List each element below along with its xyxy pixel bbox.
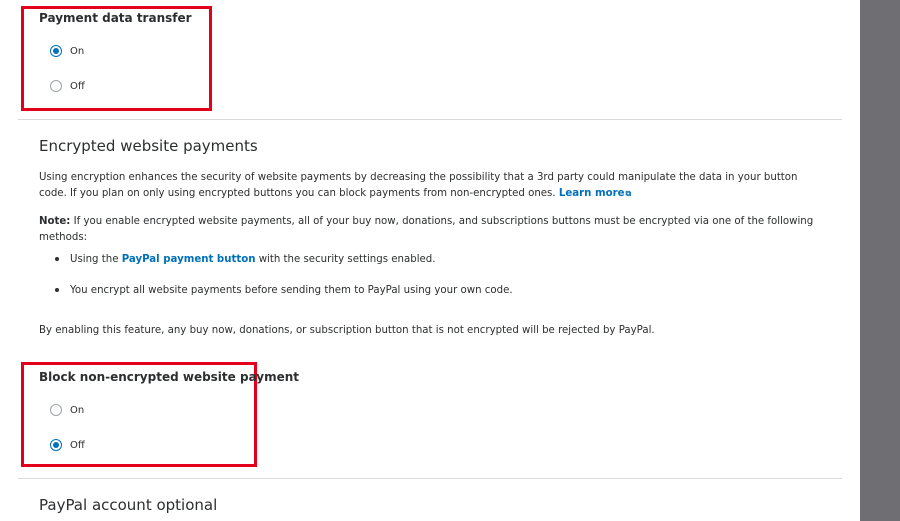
bullet-dot-icon [55, 257, 59, 261]
learn-more-link[interactable]: Learn more⧉ [559, 188, 631, 199]
section-divider [18, 478, 842, 479]
radio-label-on: On [70, 404, 85, 416]
block-non-encrypted-off-option[interactable]: Off [50, 439, 85, 451]
radio-label-on: On [70, 45, 85, 57]
paypal-account-optional-heading: PayPal account optional [39, 496, 218, 514]
settings-panel: Payment data transfer On Off Encrypted w… [0, 0, 860, 521]
radio-on[interactable] [50, 404, 62, 416]
bullet1-pre: Using the [70, 254, 122, 265]
encrypted-payments-heading: Encrypted website payments [39, 137, 258, 155]
list-item: Using the PayPal payment button with the… [55, 254, 436, 265]
encrypted-payments-note: Note: If you enable encrypted website pa… [39, 214, 819, 246]
radio-on-checked[interactable] [50, 45, 62, 57]
payment-data-transfer-off-option[interactable]: Off [50, 80, 85, 92]
bullet-dot-icon [55, 288, 59, 292]
payment-data-transfer-on-option[interactable]: On [50, 45, 84, 57]
radio-off[interactable] [50, 80, 62, 92]
note-label: Note: [39, 216, 71, 227]
bullet1-post: with the security settings enabled. [255, 254, 436, 265]
block-non-encrypted-title: Block non-encrypted website payment [39, 370, 300, 384]
paypal-payment-button-link[interactable]: PayPal payment button [122, 254, 256, 265]
note-text: If you enable encrypted website payments… [39, 216, 814, 243]
radio-label-off: Off [70, 439, 85, 451]
intro-text: Using encryption enhances the security o… [39, 172, 798, 199]
encrypted-payments-closing: By enabling this feature, any buy now, d… [39, 325, 655, 336]
radio-label-off: Off [70, 80, 85, 92]
section-divider [18, 119, 842, 120]
payment-data-transfer-title: Payment data transfer [39, 11, 192, 25]
external-link-icon: ⧉ [625, 189, 632, 198]
radio-off-checked[interactable] [50, 439, 62, 451]
encrypted-payments-intro: Using encryption enhances the security o… [39, 170, 819, 202]
block-non-encrypted-on-option[interactable]: On [50, 404, 84, 416]
list-item: You encrypt all website payments before … [55, 285, 513, 296]
bullet2-text: You encrypt all website payments before … [70, 285, 513, 296]
